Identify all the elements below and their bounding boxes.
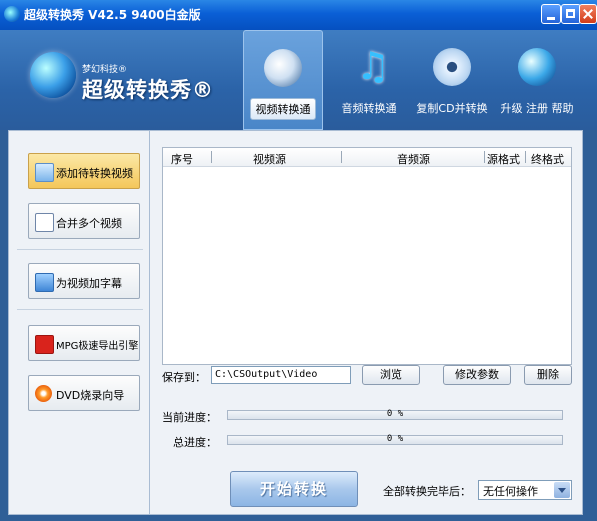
music-note-icon — [350, 44, 390, 88]
start-convert-button[interactable]: 开始转换 — [230, 471, 358, 507]
tab-copy-cd[interactable]: 复制CD并转换 — [413, 30, 491, 130]
chevron-down-icon[interactable] — [554, 482, 570, 498]
mpg-export-button[interactable]: MPG极速导出引擎 — [28, 325, 140, 361]
current-progress-bar: 0 % — [227, 409, 563, 420]
dvd-burn-icon — [35, 385, 52, 402]
add-video-button[interactable]: 添加待转换视频 — [28, 153, 140, 189]
column-divider[interactable] — [525, 151, 526, 163]
list-header: 序号 视频源 音频源 源格式 终格式 — [163, 148, 571, 167]
window-title: 超级转换秀 V42.5 9400白金版 — [24, 8, 201, 22]
column-audio-source[interactable]: 音频源 — [397, 151, 430, 167]
output-path-field[interactable]: C:\CSOutput\Video — [211, 366, 351, 384]
maximize-icon[interactable] — [561, 4, 581, 24]
app-window: 超级转换秀 V42.5 9400白金版 梦幻科技® 超级转换秀® 视频转换通 音… — [0, 0, 597, 521]
tab-upgrade-help[interactable]: 升级 注册 帮助 — [496, 30, 578, 130]
logo-icon — [30, 52, 76, 98]
main-panel: 序号 视频源 音频源 源格式 终格式 保存到： C:\CSOutput\Vide… — [150, 130, 583, 515]
after-complete-label: 全部转换完毕后： — [383, 485, 471, 498]
sidebar-item-label: MPG极速导出引擎 — [56, 341, 139, 352]
column-source-format[interactable]: 源格式 — [487, 151, 520, 167]
after-complete-select[interactable]: 无任何操作 — [478, 480, 572, 500]
app-icon — [4, 6, 20, 22]
merge-videos-button[interactable]: 合并多个视频 — [28, 203, 140, 239]
current-progress-value: 0 % — [386, 409, 404, 419]
tab-label: 复制CD并转换 — [416, 102, 488, 115]
film-reel-icon — [264, 49, 302, 87]
column-index[interactable]: 序号 — [171, 151, 193, 167]
column-divider[interactable] — [484, 151, 485, 163]
total-progress-value: 0 % — [386, 434, 404, 444]
column-divider[interactable] — [341, 151, 342, 163]
sidebar-item-label: 合并多个视频 — [56, 217, 122, 230]
tab-audio-convert[interactable]: 音频转换通 — [333, 30, 405, 130]
current-progress-label: 当前进度： — [162, 411, 217, 424]
logo-title: 超级转换秀® — [82, 78, 214, 102]
merge-document-icon — [35, 213, 54, 232]
sidebar: 添加待转换视频 合并多个视频 为视频加字幕 MPG极速导出引擎 DVD烧录向导 — [8, 130, 150, 515]
column-video-source[interactable]: 视频源 — [253, 151, 286, 167]
sidebar-item-label: 为视频加字幕 — [56, 277, 122, 290]
tab-label: 视频转换通 — [250, 98, 316, 120]
save-to-label: 保存到： — [162, 371, 206, 384]
title-bar[interactable]: 超级转换秀 V42.5 9400白金版 — [0, 0, 597, 30]
after-complete-value: 无任何操作 — [483, 485, 538, 498]
globe-icon — [518, 48, 556, 86]
total-progress-label: 总进度： — [173, 436, 217, 449]
cd-disc-icon — [433, 48, 471, 86]
subtitle-icon — [35, 273, 54, 292]
tab-label: 音频转换通 — [341, 102, 397, 115]
delete-button[interactable]: 删除 — [524, 365, 572, 385]
minimize-icon[interactable] — [541, 4, 561, 24]
sidebar-item-label: DVD烧录向导 — [56, 389, 125, 402]
divider — [17, 309, 143, 310]
close-icon[interactable] — [579, 4, 597, 24]
add-subtitle-button[interactable]: 为视频加字幕 — [28, 263, 140, 299]
tab-label: 升级 注册 帮助 — [500, 102, 574, 115]
tab-video-convert[interactable]: 视频转换通 — [243, 30, 323, 130]
conversion-list[interactable]: 序号 视频源 音频源 源格式 终格式 — [162, 147, 572, 365]
sidebar-item-label: 添加待转换视频 — [56, 167, 133, 180]
mpg-export-icon — [35, 335, 54, 354]
browse-button[interactable]: 浏览 — [362, 365, 420, 385]
add-video-icon — [35, 163, 54, 182]
column-divider[interactable] — [211, 151, 212, 163]
header-banner: 梦幻科技® 超级转换秀® 视频转换通 音频转换通 复制CD并转换 升级 注册 帮… — [0, 30, 597, 130]
column-target-format[interactable]: 终格式 — [531, 151, 564, 167]
divider — [17, 249, 143, 250]
modify-params-button[interactable]: 修改参数 — [443, 365, 511, 385]
total-progress-bar: 0 % — [227, 434, 563, 445]
dvd-burn-button[interactable]: DVD烧录向导 — [28, 375, 140, 411]
